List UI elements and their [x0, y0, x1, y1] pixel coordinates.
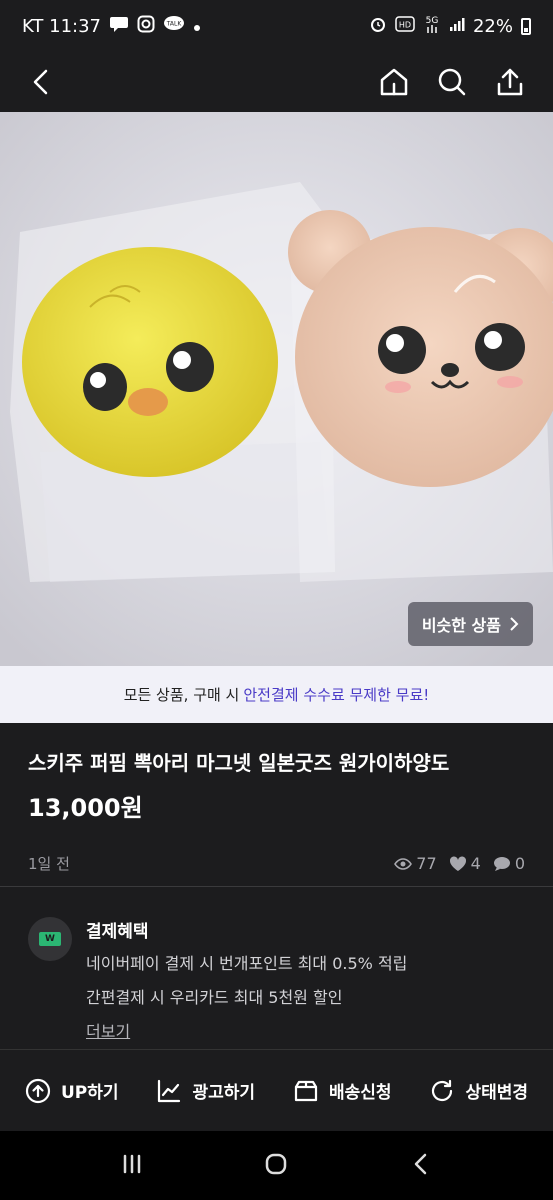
chats-stat: 0 [493, 854, 525, 873]
product-photo [0, 112, 553, 666]
app-header [0, 52, 553, 112]
home-nav-button[interactable] [262, 1150, 290, 1182]
benefit-line-1: 네이버페이 결제 시 번개포인트 최대 0.5% 적립 [86, 954, 408, 973]
shipping-label: 배송신청 [328, 1083, 392, 1103]
views-stat: 77 [394, 854, 437, 873]
talk-icon: TALK [163, 15, 185, 38]
ad-button[interactable]: 광고하기 [156, 1078, 255, 1104]
benefit-title: 결제혜택 [86, 922, 149, 942]
product-info: 스키주 퍼핌 뽁아리 마그넷 일본굿즈 원가이하양도 13,000원 1일 전 … [0, 723, 553, 886]
hd-icon: HD [395, 15, 415, 37]
product-stats: 77 4 0 [394, 854, 525, 873]
chat-bubble-icon [109, 15, 129, 38]
product-title: 스키주 퍼핌 뽁아리 마그넷 일본굿즈 원가이하양도 [28, 751, 450, 775]
likes-stat: 4 [449, 854, 481, 873]
views-count: 77 [416, 854, 437, 873]
5g-icon: 5G [423, 13, 441, 40]
svg-text:5G: 5G [426, 16, 439, 26]
dot-icon [193, 16, 201, 37]
eye-icon [394, 857, 413, 870]
home-circle-icon [266, 1153, 287, 1174]
back-nav-icon [414, 1153, 427, 1174]
ad-label: 광고하기 [192, 1083, 256, 1103]
benefit-line-2: 간편결제 시 우리카드 최대 5천원 할인 [86, 988, 343, 1007]
box-icon [294, 1080, 318, 1101]
battery-icon [521, 17, 531, 35]
alarm-icon [369, 15, 387, 38]
arrow-up-circle-icon [25, 1078, 51, 1103]
product-price: 13,000원 [28, 794, 143, 822]
home-button[interactable] [372, 60, 416, 104]
refresh-icon [432, 1079, 453, 1101]
promo-prefix: 모든 상품, 구매 시 [123, 686, 240, 704]
similar-products-label: 비슷한 상품 [421, 616, 501, 635]
heart-icon [449, 855, 466, 871]
svg-text:HD: HD [399, 20, 411, 29]
likes-count: 4 [470, 854, 481, 873]
search-icon [438, 68, 466, 96]
back-button[interactable] [20, 60, 64, 104]
action-bar: UP하기 광고하기 배송신청 상태변경 [0, 1049, 553, 1131]
up-label: UP하기 [60, 1083, 119, 1103]
promo-highlight: 안전결제 수수료 무제한 무료! [243, 686, 430, 704]
recent-apps-button[interactable] [118, 1150, 146, 1182]
back-nav-button[interactable] [407, 1150, 435, 1182]
promo-banner[interactable]: 모든 상품, 구매 시 안전결제 수수료 무제한 무료! [0, 666, 553, 723]
share-button[interactable] [488, 60, 532, 104]
instagram-icon [137, 15, 155, 38]
svg-text:TALK: TALK [166, 20, 183, 27]
search-button[interactable] [430, 60, 474, 104]
posted-time: 1일 전 [28, 855, 70, 873]
shipping-button[interactable]: 배송신청 [293, 1078, 392, 1104]
system-nav-bar [0, 1131, 553, 1200]
back-arrow-icon [33, 69, 48, 95]
battery-percent: 22% [472, 15, 513, 37]
signal-icon [449, 16, 465, 37]
status-change-button[interactable]: 상태변경 [429, 1078, 528, 1104]
chats-count: 0 [514, 854, 525, 873]
product-image[interactable]: 비슷한 상품 [0, 112, 553, 666]
status-bar: KT 11:37 TALK HD 5G 22% [0, 0, 553, 52]
home-icon [380, 68, 408, 96]
recent-apps-icon [123, 1154, 141, 1173]
share-icon [497, 68, 523, 96]
product-meta: 1일 전 77 4 0 [28, 853, 525, 874]
payment-benefit: W 결제혜택 네이버페이 결제 시 번개포인트 최대 0.5% 적립 간편결제 … [0, 887, 553, 1049]
carrier-time: KT 11:37 [22, 15, 101, 37]
payment-logo-icon: W [28, 917, 72, 961]
chevron-right-icon [510, 617, 519, 631]
chat-icon [493, 856, 510, 871]
similar-products-button[interactable]: 비슷한 상품 [407, 602, 533, 646]
more-link[interactable]: 더보기 [86, 1018, 407, 1042]
trend-chart-icon [158, 1079, 181, 1102]
status-change-label: 상태변경 [465, 1083, 529, 1103]
up-button[interactable]: UP하기 [25, 1078, 119, 1104]
